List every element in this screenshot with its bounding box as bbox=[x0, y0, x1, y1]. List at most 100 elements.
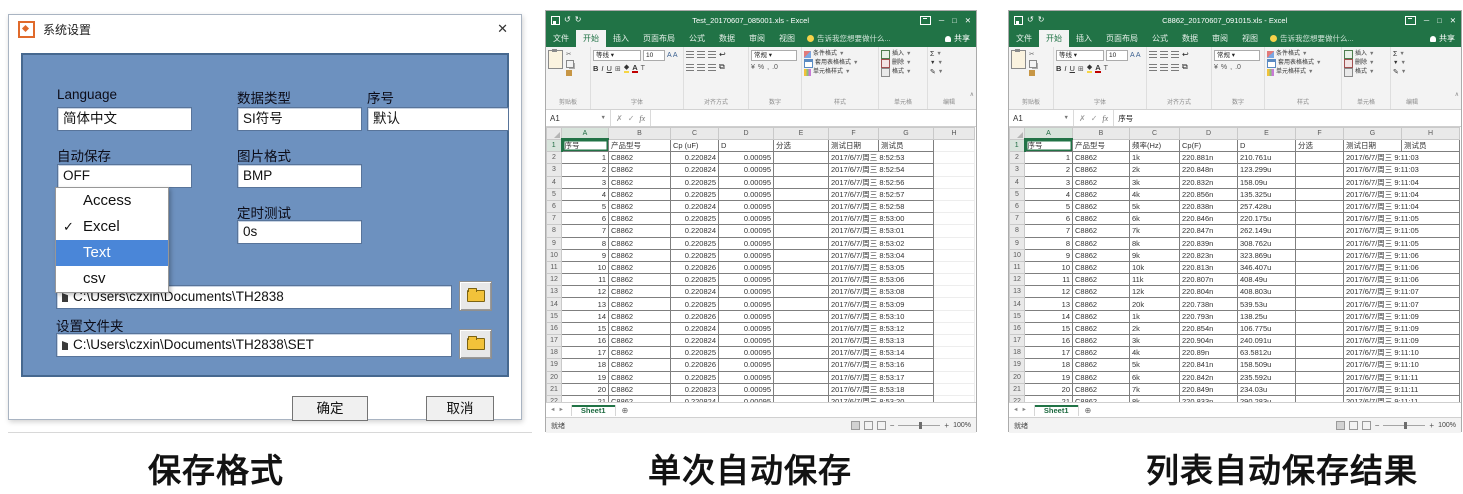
row-header[interactable]: 1 bbox=[547, 139, 562, 152]
zoom-out-icon[interactable]: − bbox=[1375, 421, 1380, 430]
grid-cell[interactable]: 220.89n bbox=[1180, 347, 1238, 359]
align-bottom-icon[interactable] bbox=[1171, 51, 1179, 58]
collapse-ribbon-icon[interactable]: ∧ bbox=[1455, 91, 1459, 98]
italic-button[interactable]: I bbox=[601, 64, 603, 73]
currency-icon[interactable]: ¥ bbox=[1214, 64, 1218, 71]
grid-cell[interactable]: 7 bbox=[562, 225, 609, 237]
col-header-D[interactable]: D bbox=[719, 128, 774, 140]
grid-cell[interactable]: 13 bbox=[562, 298, 609, 310]
grid-cell[interactable]: 0.00095 bbox=[719, 286, 774, 298]
grid-cell[interactable]: 15 bbox=[562, 322, 609, 334]
grid-cell[interactable]: 12 bbox=[562, 286, 609, 298]
close-icon[interactable]: ✕ bbox=[965, 16, 971, 25]
row-header[interactable]: 13 bbox=[547, 286, 562, 298]
row-header[interactable]: 18 bbox=[547, 347, 562, 359]
ribbon-tab-数据[interactable]: 数据 bbox=[1175, 30, 1205, 47]
row-header[interactable]: 20 bbox=[547, 371, 562, 383]
row-header[interactable]: 11 bbox=[547, 261, 562, 273]
grid-cell[interactable]: C8862 bbox=[1073, 383, 1130, 395]
row-header[interactable]: 17 bbox=[1010, 335, 1025, 347]
align-right-icon[interactable] bbox=[1171, 64, 1179, 71]
grid-cell[interactable]: 2017/6/7/周三 9:11:03 bbox=[1344, 164, 1460, 176]
grid-cell[interactable]: 257.428u bbox=[1238, 200, 1296, 212]
grid-cell[interactable] bbox=[774, 225, 829, 237]
grid-cell[interactable]: 0.220824 bbox=[671, 164, 719, 176]
grid-cell[interactable]: C8862 bbox=[1073, 274, 1130, 286]
grid-cell[interactable]: 3 bbox=[1025, 176, 1073, 188]
grid-cell[interactable]: 12k bbox=[1130, 286, 1180, 298]
grid-cell[interactable]: 14 bbox=[1025, 310, 1073, 322]
grid-cell[interactable] bbox=[1296, 335, 1344, 347]
row-header[interactable]: 16 bbox=[1010, 322, 1025, 334]
grow-shrink-font-icons[interactable]: A A bbox=[1130, 52, 1141, 59]
save-icon[interactable] bbox=[551, 16, 560, 25]
align-middle-icon[interactable] bbox=[1160, 51, 1168, 58]
autosave-field[interactable]: OFF bbox=[57, 164, 192, 188]
grid-cell[interactable]: 10 bbox=[1025, 261, 1073, 273]
grid-cell[interactable] bbox=[1296, 164, 1344, 176]
ribbon-tab-视图[interactable]: 视图 bbox=[1235, 30, 1265, 47]
grid-cell[interactable]: 4 bbox=[562, 188, 609, 200]
sheet-nav-arrows[interactable]: ◄► bbox=[546, 407, 571, 413]
grid-cell[interactable]: C8862 bbox=[609, 359, 671, 371]
tell-me-box[interactable]: 告诉我您想要做什么... bbox=[807, 33, 891, 47]
grid-cell[interactable]: 8 bbox=[1025, 237, 1073, 249]
grid-cell[interactable]: 2017/6/7/周三 9:11:10 bbox=[1344, 347, 1460, 359]
grid-cell[interactable]: C8862 bbox=[609, 298, 671, 310]
name-box[interactable]: A1▼ bbox=[546, 110, 611, 126]
grid-cell[interactable]: 2017/6/7/周三 8:53:02 bbox=[829, 237, 934, 249]
ribbon-tab-审阅[interactable]: 审阅 bbox=[1205, 30, 1235, 47]
insert-cells-button[interactable]: 插入 ▼ bbox=[881, 50, 925, 59]
grid-cell[interactable]: 2017/6/7/周三 9:11:05 bbox=[1344, 213, 1460, 225]
grid-cell[interactable] bbox=[934, 335, 975, 347]
grid-cell[interactable] bbox=[774, 359, 829, 371]
grid-cell[interactable]: 2017/6/7/周三 9:11:06 bbox=[1344, 274, 1460, 286]
grid-cell[interactable] bbox=[774, 322, 829, 334]
cut-icon[interactable]: ✂ bbox=[566, 50, 574, 58]
row-header[interactable]: 6 bbox=[1010, 200, 1025, 212]
grid-cell[interactable]: 5k bbox=[1130, 200, 1180, 212]
row-header[interactable]: 15 bbox=[1010, 310, 1025, 322]
grid-cell[interactable]: Cp (uF) bbox=[671, 139, 719, 152]
grid-cell[interactable]: 2017/6/7/周三 9:11:09 bbox=[1344, 322, 1460, 334]
grid-cell[interactable]: D bbox=[719, 139, 774, 152]
font-name-select[interactable]: 等线 ▾ bbox=[593, 50, 641, 61]
grid-cell[interactable]: 4k bbox=[1130, 188, 1180, 200]
grid-cell[interactable]: 0.00095 bbox=[719, 176, 774, 188]
row-header[interactable]: 19 bbox=[1010, 359, 1025, 371]
format-painter-icon[interactable] bbox=[1029, 70, 1035, 76]
grid-cell[interactable]: 220.849n bbox=[1180, 383, 1238, 395]
row-header[interactable]: 8 bbox=[1010, 225, 1025, 237]
dropdown-item-Excel[interactable]: ✓Excel bbox=[56, 214, 168, 240]
grid-cell[interactable]: 0.00095 bbox=[719, 249, 774, 261]
row-header[interactable]: 13 bbox=[1010, 286, 1025, 298]
grid-cell[interactable]: 2017/6/7/周三 9:11:11 bbox=[1344, 371, 1460, 383]
grid-cell[interactable]: C8862 bbox=[609, 383, 671, 395]
grid-cell[interactable]: C8862 bbox=[609, 237, 671, 249]
col-header-C[interactable]: C bbox=[671, 128, 719, 140]
grid-cell[interactable] bbox=[934, 213, 975, 225]
grid-cell[interactable]: 308.762u bbox=[1238, 237, 1296, 249]
grid-cell[interactable]: 0.00095 bbox=[719, 225, 774, 237]
grid-cell[interactable]: 16 bbox=[1025, 335, 1073, 347]
merge-center-icon[interactable]: ⧉ bbox=[1182, 62, 1188, 72]
close-icon[interactable]: ✕ bbox=[493, 21, 512, 37]
font-size-select[interactable]: 10 bbox=[643, 50, 665, 61]
grid-cell[interactable]: 0.00095 bbox=[719, 237, 774, 249]
grid-cell[interactable]: 2017/6/7/周三 8:53:05 bbox=[829, 261, 934, 273]
grid-cell[interactable]: 0.00095 bbox=[719, 213, 774, 225]
grid-cell[interactable]: 220.846n bbox=[1180, 213, 1238, 225]
grid-cell[interactable]: 2017/6/7/周三 8:53:00 bbox=[829, 213, 934, 225]
zoom-level[interactable]: 100% bbox=[1438, 422, 1456, 429]
grid-cell[interactable]: C8862 bbox=[1073, 213, 1130, 225]
zoom-in-icon[interactable]: + bbox=[944, 421, 949, 430]
grid-cell[interactable]: 6k bbox=[1130, 371, 1180, 383]
grid-cell[interactable]: 8 bbox=[562, 237, 609, 249]
maximize-icon[interactable]: □ bbox=[952, 16, 957, 25]
grid-cell[interactable] bbox=[934, 152, 975, 164]
worksheet-grid[interactable]: ABCDEFGH1序号产品型号Cp (uF)D分选测试日期测试员21C88620… bbox=[546, 127, 976, 402]
zoom-level[interactable]: 100% bbox=[953, 422, 971, 429]
grid-cell[interactable]: 0.220824 bbox=[671, 335, 719, 347]
grid-cell[interactable]: 测试员 bbox=[1402, 139, 1460, 152]
grid-cell[interactable]: 0.220824 bbox=[671, 225, 719, 237]
